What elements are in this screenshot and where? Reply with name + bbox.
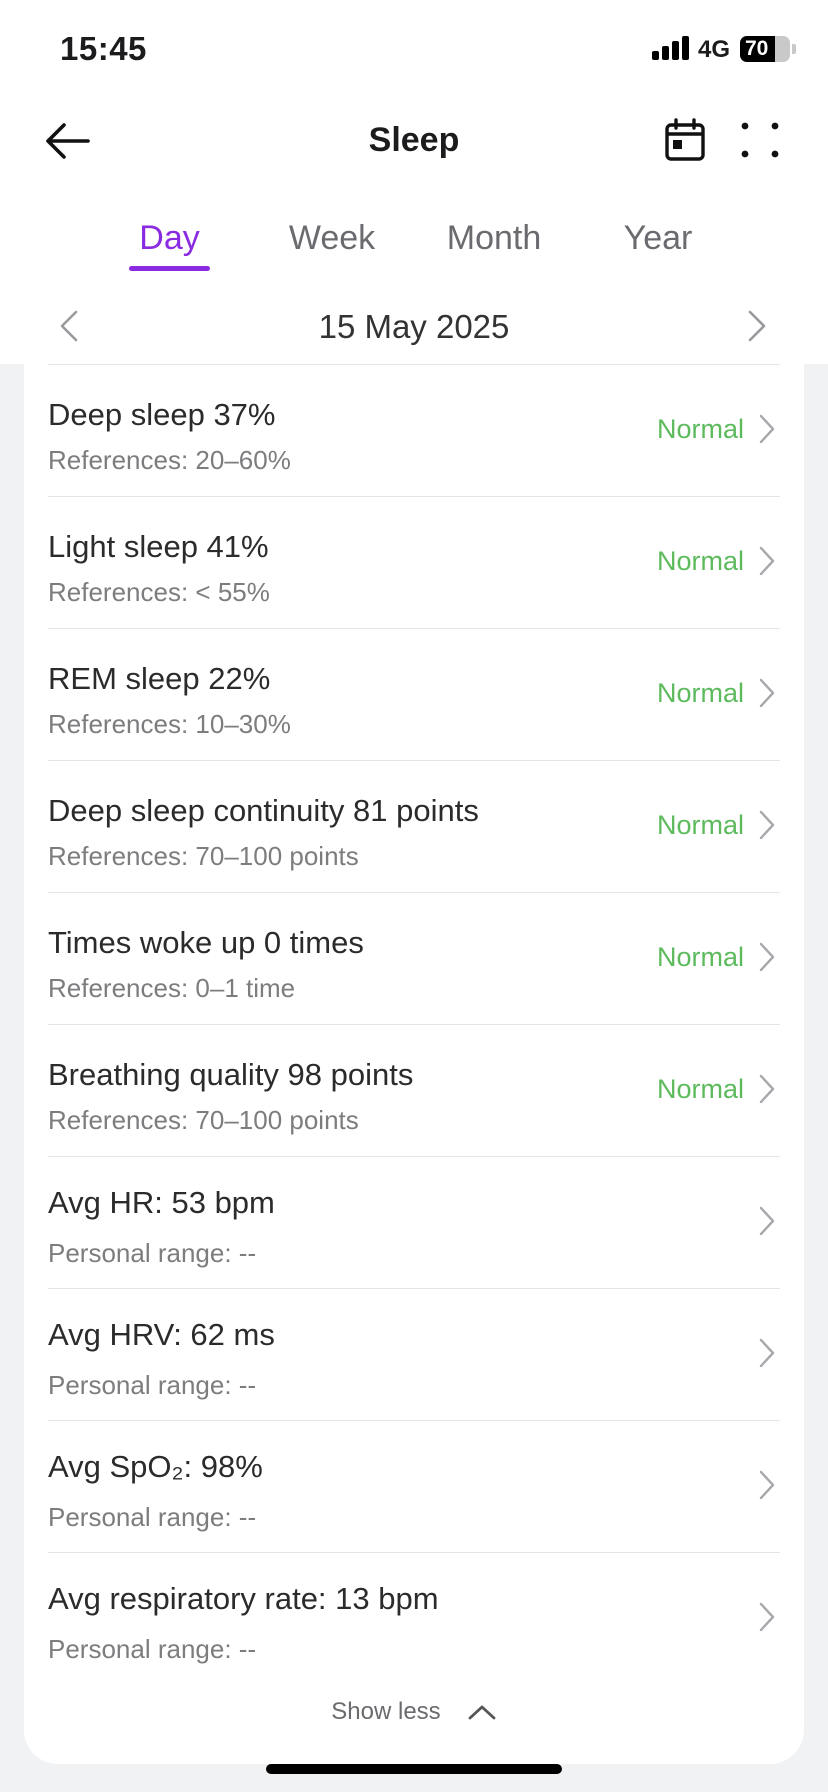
list-item[interactable]: Deep sleep continuity 81 points Referenc… bbox=[48, 760, 780, 892]
list-item[interactable]: Deep sleep 37% References: 20–60% Normal bbox=[48, 364, 780, 496]
chevron-right-icon bbox=[759, 1206, 775, 1236]
tab-year[interactable]: Year bbox=[608, 216, 708, 260]
item-personal-range: Personal range: -- bbox=[48, 1370, 257, 1400]
calendar-icon bbox=[665, 118, 705, 161]
list-item[interactable]: REM sleep 22% References: 10–30% Normal bbox=[48, 628, 780, 760]
chevron-right-icon bbox=[759, 546, 775, 576]
item-title: Deep sleep continuity 81 points bbox=[48, 793, 479, 828]
chevron-right-icon bbox=[759, 1602, 775, 1632]
list-item[interactable]: Times woke up 0 times References: 0–1 ti… bbox=[48, 892, 780, 1024]
calendar-button[interactable] bbox=[664, 118, 706, 162]
list-item[interactable]: Avg SpO₂: 98% Personal range: -- bbox=[48, 1420, 780, 1552]
show-less-button[interactable]: Show less bbox=[24, 1692, 804, 1732]
sleep-details-card: Deep sleep 37% References: 20–60% Normal… bbox=[24, 364, 804, 1764]
status-label: Normal bbox=[656, 546, 744, 576]
chevron-right-icon bbox=[748, 310, 766, 342]
item-reference: References: < 55% bbox=[48, 577, 270, 607]
home-indicator bbox=[266, 1764, 562, 1774]
item-reference: References: 20–60% bbox=[48, 445, 291, 475]
item-reference: References: 70–100 points bbox=[48, 841, 359, 871]
status-label: Normal bbox=[656, 810, 744, 840]
item-title: REM sleep 22% bbox=[48, 661, 271, 696]
show-less-label: Show less bbox=[331, 1698, 441, 1725]
list-item[interactable]: Light sleep 41% References: < 55% Normal bbox=[48, 496, 780, 628]
tab-week[interactable]: Week bbox=[278, 216, 386, 260]
list-item[interactable]: Avg respiratory rate: 13 bpm Personal ra… bbox=[48, 1552, 780, 1684]
chevron-right-icon bbox=[759, 414, 775, 444]
chevron-right-icon bbox=[759, 1338, 775, 1368]
battery-cap bbox=[792, 44, 796, 54]
item-title: Avg respiratory rate: 13 bpm bbox=[48, 1581, 439, 1616]
chevron-up-icon bbox=[468, 1705, 496, 1720]
item-personal-range: Personal range: -- bbox=[48, 1238, 257, 1268]
more-dots-icon bbox=[741, 122, 779, 158]
item-personal-range: Personal range: -- bbox=[48, 1634, 257, 1664]
network-type: 4G bbox=[698, 36, 731, 63]
item-title: Light sleep 41% bbox=[48, 529, 269, 564]
battery-level: 70 bbox=[745, 37, 769, 60]
item-reference: References: 0–1 time bbox=[48, 973, 296, 1003]
item-reference: References: 10–30% bbox=[48, 709, 291, 739]
item-title: Avg HR: 53 bpm bbox=[48, 1185, 275, 1220]
battery-icon: 70 bbox=[740, 36, 790, 62]
item-title: Deep sleep 37% bbox=[48, 397, 276, 432]
chevron-right-icon bbox=[759, 942, 775, 972]
next-date-button[interactable] bbox=[744, 308, 770, 344]
item-title: Avg HRV: 62 ms bbox=[48, 1317, 275, 1352]
list-item[interactable]: Avg HRV: 62 ms Personal range: -- bbox=[48, 1288, 780, 1420]
chevron-right-icon bbox=[759, 1074, 775, 1104]
chevron-right-icon bbox=[759, 1470, 775, 1500]
date-label: 15 May 2025 bbox=[318, 308, 510, 345]
chevron-right-icon bbox=[759, 678, 775, 708]
item-title: Avg SpO₂: 98% bbox=[48, 1449, 263, 1484]
item-personal-range: Personal range: -- bbox=[48, 1502, 257, 1532]
item-reference: References: 70–100 points bbox=[48, 1105, 359, 1135]
status-label: Normal bbox=[656, 678, 744, 708]
signal-icon bbox=[652, 36, 690, 60]
list-item[interactable]: Avg HR: 53 bpm Personal range: -- bbox=[48, 1156, 780, 1288]
item-title: Times woke up 0 times bbox=[48, 925, 364, 960]
chevron-right-icon bbox=[759, 810, 775, 840]
sleep-metrics-list: Deep sleep 37% References: 20–60% Normal… bbox=[48, 364, 780, 1684]
status-label: Normal bbox=[656, 942, 744, 972]
status-label: Normal bbox=[656, 414, 744, 444]
item-title: Breathing quality 98 points bbox=[48, 1057, 414, 1092]
status-label: Normal bbox=[656, 1074, 744, 1104]
tab-indicator bbox=[129, 266, 210, 271]
list-item[interactable]: Breathing quality 98 points References: … bbox=[48, 1024, 780, 1156]
tab-day[interactable]: Day bbox=[118, 216, 221, 260]
status-bar: 15:45 4G 70 bbox=[0, 0, 828, 100]
more-button[interactable] bbox=[738, 118, 782, 162]
tab-month[interactable]: Month bbox=[438, 216, 550, 260]
status-time: 15:45 bbox=[60, 30, 147, 67]
